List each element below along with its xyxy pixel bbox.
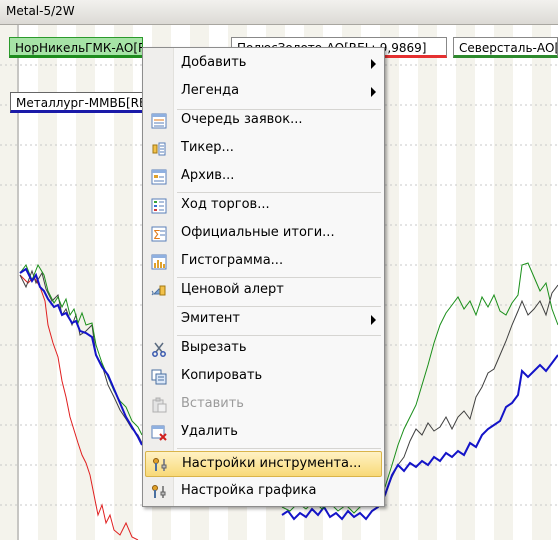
price-alert-icon (151, 285, 166, 296)
context-menu: Добавить Легенда Очередь заявок... Тикер… (142, 47, 385, 507)
menu-item-issuer[interactable]: Эмитент (145, 307, 382, 333)
menu-item-label: Архив... (181, 168, 235, 183)
window-titlebar[interactable]: Metal-5/2W (0, 0, 558, 25)
menu-item-label: Копировать (181, 368, 263, 383)
menu-item-histogram[interactable]: Гистограмма... (145, 249, 382, 275)
legend-tag-severstal[interactable]: Северсталь-АО[ (453, 37, 558, 58)
menu-item-label: Очередь заявок... (181, 112, 303, 127)
menu-item-label: Ход торгов... (181, 197, 270, 212)
menu-item-instrument-settings[interactable]: Настройки инструмента... (145, 451, 382, 477)
submenu-arrow-icon (371, 59, 376, 69)
menu-item-price-alert[interactable]: Ценовой алерт (145, 278, 382, 304)
menu-separator (177, 448, 381, 449)
scissors-icon (152, 342, 166, 357)
menu-item-trading-progress[interactable]: Ход торгов... (145, 193, 382, 219)
menu-item-label: Вырезать (181, 340, 247, 355)
legend-tag-nornickel[interactable]: НорНикельГМК-АО[REL:0,385] (9, 37, 143, 58)
menu-item-cut[interactable]: Вырезать (145, 336, 382, 362)
ticker-icon (152, 142, 166, 156)
chart-settings-icon (152, 485, 166, 498)
menu-item-label: Настройки инструмента... (182, 456, 362, 471)
menu-item-label: Вставить (181, 396, 244, 411)
chart-window: Metal-5/2W НорНикельГМК-АО[Северсталь-А… (0, 0, 558, 540)
instrument-settings-icon (153, 458, 167, 471)
trading-progress-icon (151, 198, 167, 214)
menu-item-label: Ценовой алерт (181, 282, 284, 297)
menu-item-archive[interactable]: Архив... (145, 164, 382, 190)
menu-item-label: Официальные итоги... (181, 225, 335, 240)
menu-item-chart-settings[interactable]: Настройка графика (145, 479, 382, 505)
menu-item-ticker[interactable]: Тикер... (145, 136, 382, 162)
window-title: Metal-5/2W (6, 4, 75, 18)
submenu-arrow-icon (371, 87, 376, 97)
delete-icon (151, 425, 167, 441)
menu-item-legend[interactable]: Легенда (145, 79, 382, 105)
archive-icon (151, 169, 167, 185)
order-queue-icon (151, 113, 167, 129)
submenu-arrow-icon (371, 315, 376, 325)
menu-item-label: Тикер... (181, 140, 234, 155)
official-results-icon: Σ (151, 226, 167, 242)
copy-icon (151, 369, 167, 385)
histogram-icon (151, 254, 167, 270)
menu-item-label: Добавить (181, 55, 247, 70)
svg-text:Σ: Σ (153, 228, 161, 242)
legend-tag-mmk[interactable]: Металлург-ММВБ[REL: (10, 92, 143, 113)
menu-item-label: Эмитент (181, 311, 240, 326)
menu-item-paste[interactable]: Вставить (145, 392, 382, 418)
menu-item-delete[interactable]: Удалить (145, 420, 382, 446)
menu-item-label: Настройка графика (181, 483, 317, 498)
menu-item-official-results[interactable]: Σ Официальные итоги... (145, 221, 382, 247)
menu-item-order-queue[interactable]: Очередь заявок... (145, 108, 382, 134)
menu-item-label: Легенда (181, 83, 240, 98)
menu-item-label: Удалить (181, 424, 238, 439)
menu-item-label: Гистограмма... (181, 253, 284, 268)
menu-item-add[interactable]: Добавить (145, 51, 382, 77)
paste-icon (152, 397, 167, 413)
menu-item-copy[interactable]: Копировать (145, 364, 382, 390)
